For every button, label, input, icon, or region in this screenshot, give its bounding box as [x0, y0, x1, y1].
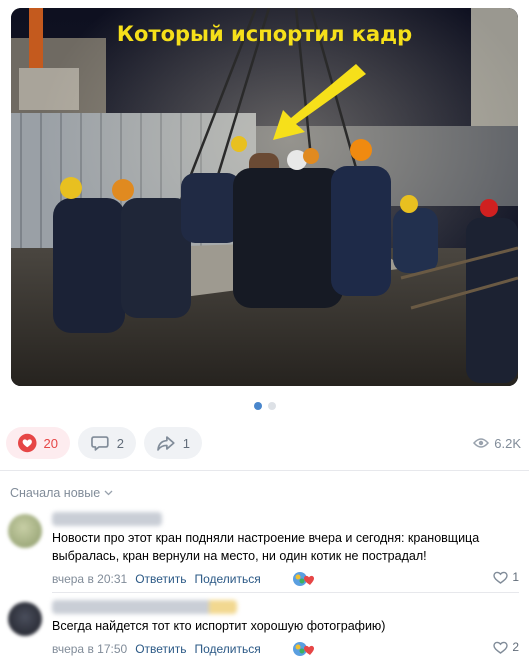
comment: Всегда найдется тот кто испортит хорошую… — [8, 600, 519, 660]
comment-like-count: 1 — [512, 570, 519, 584]
comment-sort-dropdown[interactable]: Сначала новые — [10, 486, 113, 500]
share-link[interactable]: Поделиться — [194, 572, 260, 586]
comment-text: Новости про этот кран подняли настроение… — [52, 531, 480, 563]
like-count: 20 — [43, 435, 58, 451]
comment-icon — [91, 436, 109, 451]
comment-like-button[interactable]: 1 — [493, 570, 519, 584]
post-actions: 20 2 1 6.2K — [6, 426, 521, 460]
comment-button[interactable]: 2 — [78, 427, 136, 459]
view-count: 6.2K — [494, 435, 521, 451]
carousel-indicator — [0, 402, 529, 410]
reactions-icon[interactable] — [292, 640, 318, 658]
comment-like-button[interactable]: 2 — [493, 640, 519, 654]
comment-meta: вчера в 20:31 Ответить Поделиться 1 — [52, 570, 519, 588]
comment-text: Всегда найдется тот кто испортит хорошую… — [52, 619, 386, 633]
post-photo[interactable]: Который испортил кадр — [11, 8, 518, 386]
reply-link[interactable]: Ответить — [135, 642, 186, 656]
comment-separator — [52, 592, 519, 593]
comment-time[interactable]: вчера в 17:50 — [52, 642, 127, 656]
carousel-dot-2[interactable] — [267, 402, 276, 410]
comment-meta: вчера в 17:50 Ответить Поделиться 2 — [52, 640, 519, 658]
view-counter: 6.2K — [473, 436, 521, 451]
reactions-icon[interactable] — [292, 570, 318, 588]
comment-like-count: 2 — [512, 640, 519, 654]
share-icon — [157, 436, 175, 451]
reply-link[interactable]: Ответить — [135, 572, 186, 586]
share-link[interactable]: Поделиться — [194, 642, 260, 656]
like-button[interactable]: 20 — [6, 427, 70, 459]
construction-night-scene — [11, 8, 518, 386]
comment-count: 2 — [116, 435, 124, 451]
sort-label: Сначала новые — [10, 486, 101, 500]
heart-filled-icon — [18, 433, 37, 453]
comment: Новости про этот кран подняли настроение… — [8, 512, 519, 590]
author-name-blurred[interactable] — [52, 512, 162, 526]
heart-outline-icon — [493, 571, 509, 584]
avatar[interactable] — [8, 514, 42, 548]
eye-icon — [473, 438, 490, 448]
author-name-blurred[interactable] — [52, 600, 237, 614]
share-count: 1 — [182, 435, 190, 451]
share-button[interactable]: 1 — [144, 427, 202, 459]
chevron-down-icon — [104, 490, 113, 496]
comment-time[interactable]: вчера в 20:31 — [52, 572, 127, 586]
section-divider — [0, 470, 529, 471]
carousel-dot-1[interactable] — [253, 402, 262, 410]
avatar[interactable] — [8, 602, 42, 636]
photo-caption: Который испортил кадр — [116, 22, 413, 46]
heart-outline-icon — [493, 641, 509, 654]
